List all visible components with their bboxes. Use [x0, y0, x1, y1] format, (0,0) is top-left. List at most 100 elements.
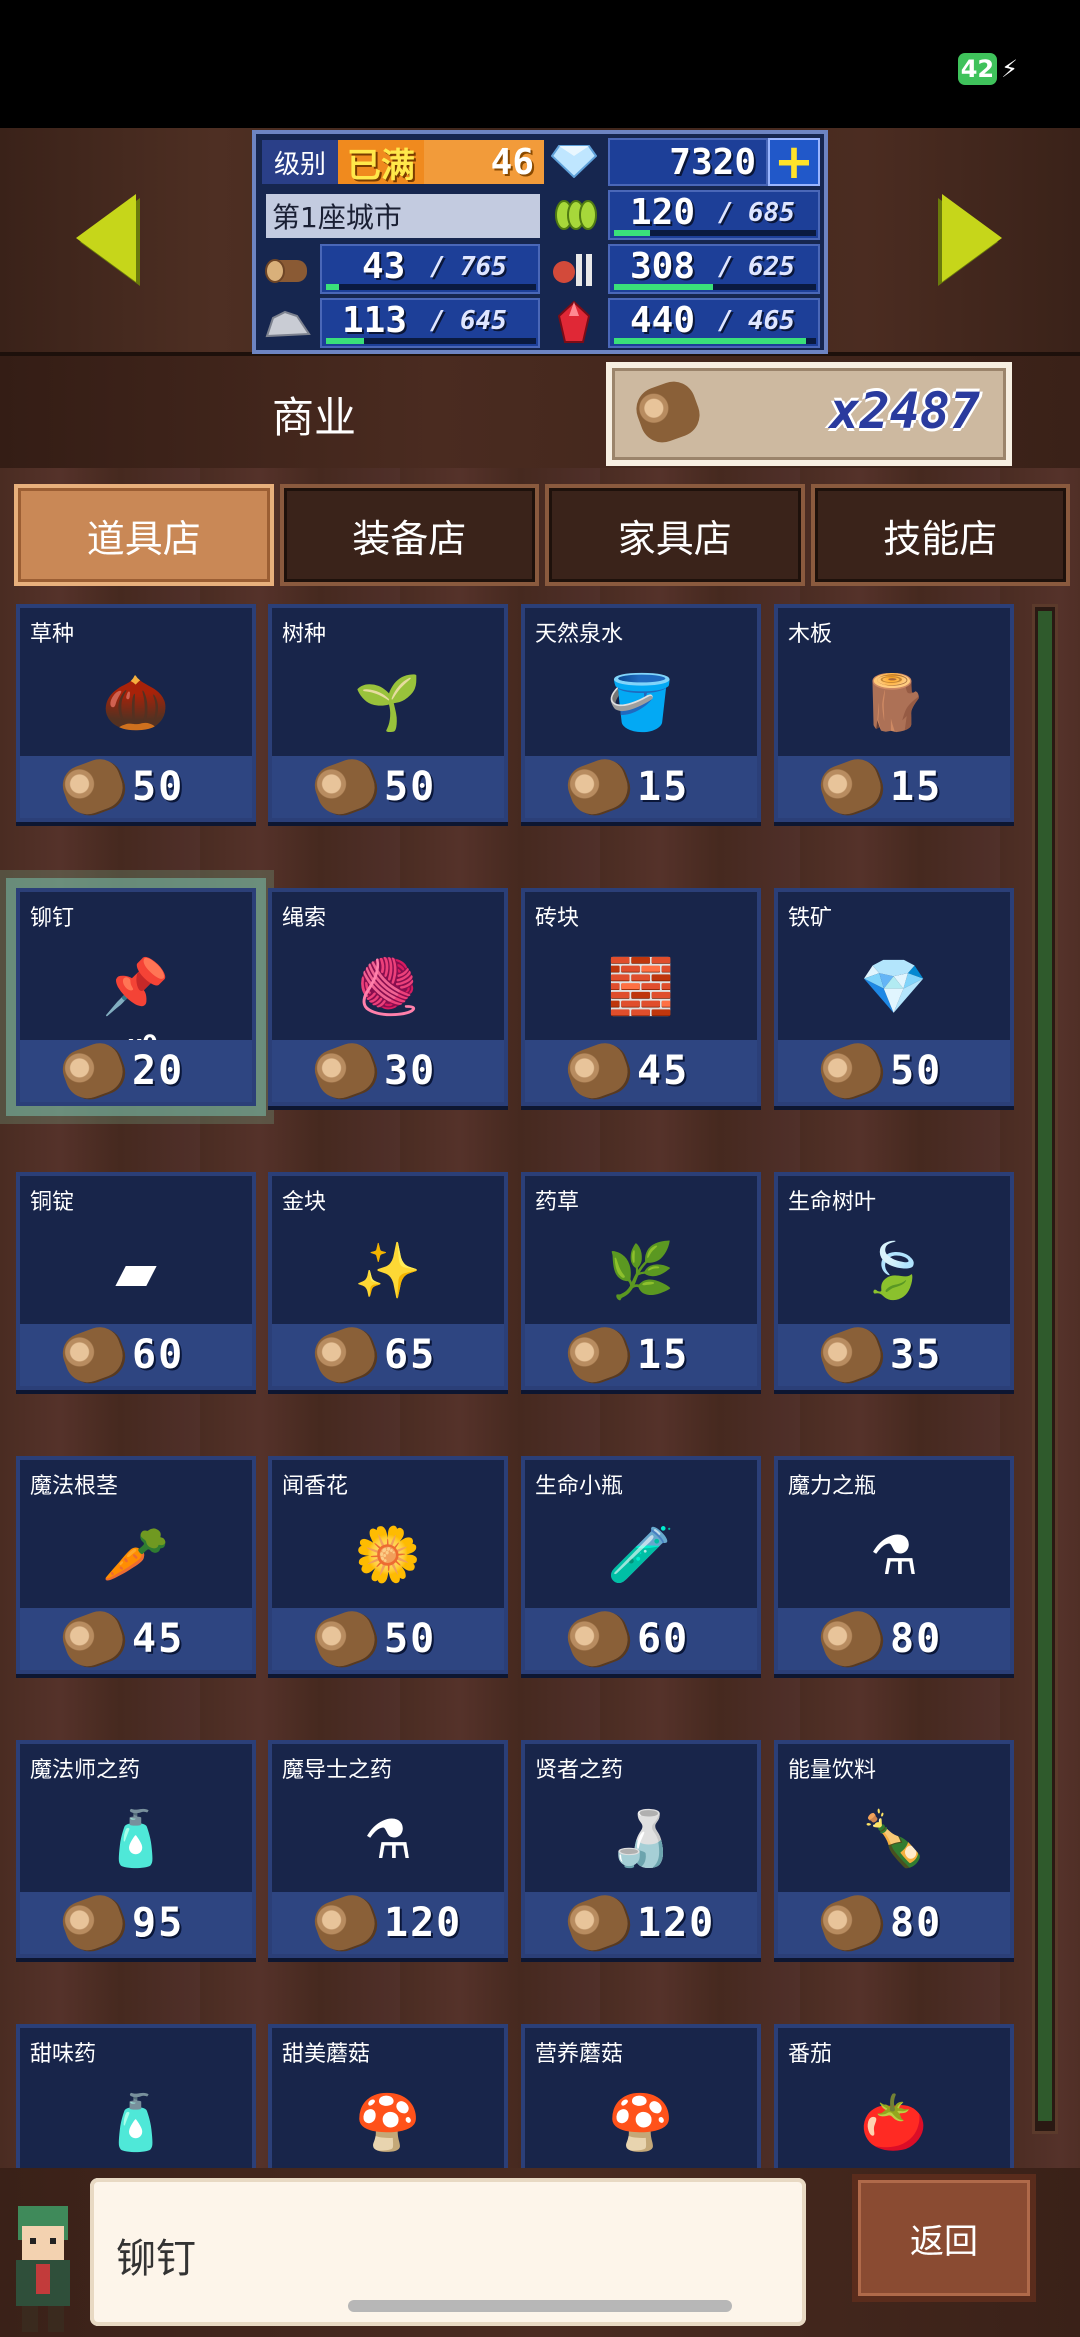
- item-price: 15: [637, 1332, 690, 1378]
- sweet-potion-icon: 🧴: [102, 2091, 170, 2154]
- price-bar: 80: [778, 1889, 1010, 1957]
- shop-item[interactable]: 甜美蘑菇 🍄: [268, 2024, 508, 2168]
- iron-ore-icon: 💎: [860, 955, 928, 1018]
- battery-indicator: 42 ⚡: [957, 52, 1018, 86]
- item-name: 砖块: [535, 906, 580, 931]
- price-bar: 50: [20, 753, 252, 821]
- stone-box: 113 / 645: [320, 298, 540, 348]
- item-price: 80: [890, 1616, 943, 1662]
- food-max: 625: [748, 252, 795, 282]
- herb-icon: 🌿: [607, 1239, 675, 1302]
- item-name: 铜锭: [30, 1190, 75, 1215]
- shop-panel: 道具店 装备店 家具店 技能店 草种 🌰 50 树种 🌱 50 天然泉水 🪣 15 木板 🪵 15 铆钉…: [0, 468, 1080, 2168]
- shop-item[interactable]: 贤者之药 🍶 120: [521, 1740, 761, 1958]
- tab-furniture-shop[interactable]: 家具店: [545, 484, 805, 586]
- item-price: 15: [890, 764, 943, 810]
- shop-item[interactable]: 番茄 🍅: [774, 2024, 1014, 2168]
- scrollbar[interactable]: [1032, 604, 1058, 2134]
- price-bar: 60: [20, 1321, 252, 1389]
- tab-skill-shop[interactable]: 技能店: [810, 484, 1070, 586]
- diamond-icon: [546, 136, 602, 186]
- log-coin-icon: [630, 375, 706, 449]
- item-name: 贤者之药: [535, 1758, 624, 1783]
- shop-item[interactable]: 闻香花 🌼 50: [268, 1456, 508, 1674]
- gem-box: 7320: [608, 138, 768, 186]
- item-price: 95: [132, 1900, 185, 1946]
- shop-item[interactable]: 魔导士之药 ⚗ 120: [268, 1740, 508, 1958]
- item-name: 魔法根茎: [30, 1474, 119, 1499]
- grain-bar-fill: [614, 230, 651, 236]
- shop-item[interactable]: 砖块 🧱 45: [521, 888, 761, 1106]
- item-name: 绳索: [282, 906, 327, 931]
- shop-item[interactable]: 绳索 🧶 30: [268, 888, 508, 1106]
- tab-equipment-shop[interactable]: 装备店: [279, 484, 539, 586]
- copper-ingot-icon: ▰: [115, 1239, 157, 1303]
- log-coin-icon: [57, 1321, 129, 1389]
- flower-icon: 🌼: [354, 1523, 422, 1586]
- tab-item-shop[interactable]: 道具店: [14, 484, 274, 586]
- item-name: 甜味药: [30, 2042, 97, 2067]
- grain-value: 120: [630, 192, 696, 233]
- price-bar: 50: [272, 753, 504, 821]
- gold-nugget-icon: ✨: [354, 1239, 422, 1302]
- shop-item[interactable]: 树种 🌱 50: [268, 604, 508, 822]
- item-price: 50: [890, 1048, 943, 1094]
- shop-item[interactable]: 铜锭 ▰ 60: [16, 1172, 256, 1390]
- shop-item[interactable]: 魔法师之药 🧴 95: [16, 1740, 256, 1958]
- food-bar-fill: [614, 284, 713, 290]
- shop-item[interactable]: 金块 ✨ 65: [268, 1172, 508, 1390]
- shop-item[interactable]: 铆钉📌x020: [16, 888, 256, 1106]
- back-button[interactable]: 返回: [852, 2174, 1036, 2302]
- log-coin-icon: [309, 753, 381, 821]
- business-title: 商业: [272, 393, 357, 442]
- shop-item[interactable]: 天然泉水 🪣 15: [521, 604, 761, 822]
- home-indicator[interactable]: [348, 2300, 732, 2312]
- seed-icon: 🌰: [102, 671, 170, 734]
- food-icon: [546, 244, 602, 294]
- shop-item[interactable]: 木板 🪵 15: [774, 604, 1014, 822]
- shop-item[interactable]: 生命树叶 🍃 35: [774, 1172, 1014, 1390]
- item-name: 树种: [282, 622, 327, 647]
- shop-item[interactable]: 铁矿 💎 50: [774, 888, 1014, 1106]
- stone-icon: [260, 298, 316, 348]
- grain-max: 685: [748, 198, 795, 228]
- log-coin-icon: [309, 1889, 381, 1957]
- ruby-icon: [546, 298, 602, 348]
- rivet-icon: 📌: [102, 955, 170, 1018]
- price-bar: 15: [778, 753, 1010, 821]
- nutrition-mushroom-icon: 🍄: [607, 2091, 675, 2154]
- shop-item[interactable]: 魔法根茎 🥕 45: [16, 1456, 256, 1674]
- item-price: 45: [132, 1616, 185, 1662]
- shop-item[interactable]: 甜味药 🧴: [16, 2024, 256, 2168]
- log-coin-icon: [57, 753, 129, 821]
- shop-item[interactable]: 魔力之瓶 ⚗ 80: [774, 1456, 1014, 1674]
- city-name: 第1座城市: [266, 194, 540, 238]
- scroll-thumb[interactable]: [1038, 611, 1052, 2121]
- log-coin-icon: [815, 753, 887, 821]
- wood-separator: /: [430, 252, 446, 282]
- shop-item[interactable]: 能量饮料 🍾 80: [774, 1740, 1014, 1958]
- price-bar: 30: [272, 1037, 504, 1105]
- water-bucket-icon: 🪣: [607, 671, 675, 734]
- rope-icon: 🧶: [354, 955, 422, 1018]
- shop-item[interactable]: 营养蘑菇 🍄: [521, 2024, 761, 2168]
- stats-panel: 级别 已满 46 7320 + 第1座城市 43 / 765 113 / 645: [252, 130, 828, 354]
- shop-item[interactable]: 草种 🌰 50: [16, 604, 256, 822]
- shop-item[interactable]: 生命小瓶 🧪 60: [521, 1456, 761, 1674]
- next-city-arrow-icon[interactable]: [942, 194, 1002, 282]
- item-name: 魔法师之药: [30, 1758, 141, 1783]
- log-coin-icon: [815, 1889, 887, 1957]
- energy-drink-icon: 🍾: [860, 1807, 928, 1870]
- shop-item[interactable]: 药草 🌿 15: [521, 1172, 761, 1390]
- wood-bar: [326, 284, 536, 290]
- grain-bar: [614, 230, 816, 236]
- log-coin-icon: [57, 1605, 129, 1673]
- price-bar: 45: [525, 1037, 757, 1105]
- price-bar: 35: [778, 1321, 1010, 1389]
- item-price: 120: [384, 1900, 463, 1946]
- buy-gems-button[interactable]: +: [768, 138, 820, 186]
- prev-city-arrow-icon[interactable]: [76, 194, 136, 282]
- price-bar: 120: [525, 1889, 757, 1957]
- log-coin-icon: [562, 1037, 634, 1105]
- grain-box: 120 / 685: [608, 190, 820, 240]
